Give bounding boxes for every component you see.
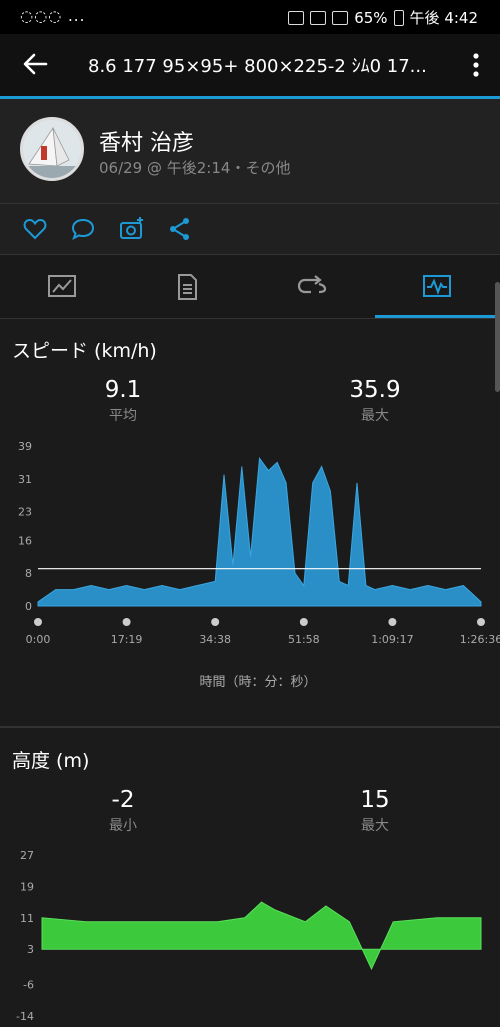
elevation-title: 高度 (m) (12, 750, 90, 772)
elevation-area-series (41, 901, 482, 971)
speed-title: スピード (km/h) (12, 340, 157, 362)
speed-x-tick: 1:09:17 (371, 633, 413, 646)
speed-y-tick: 8 (25, 567, 32, 580)
charts-icon (423, 275, 451, 297)
activity-title: 8.6 177 95×95+ 800×225-2 ｼﾑ0 17... (88, 56, 427, 77)
elevation-min-value: -2 (111, 787, 135, 813)
laps-icon (297, 275, 327, 294)
speed-chart: 39 31 23 16 8 0 0:00 17:19 34:38 51:58 1:09:17 1:2… (18, 440, 500, 690)
speed-max-stat: 35.9 最大 (315, 377, 435, 425)
comment-icon[interactable] (70, 216, 96, 242)
app-bar: 8.6 177 95×95+ 800×225-2 ｼﾑ0 17... (0, 34, 500, 99)
speed-max-label: 最大 (361, 408, 389, 424)
speed-x-tick: 0:00 (26, 633, 51, 646)
section-divider (0, 726, 500, 728)
speed-avg-stat: 9.1 平均 (63, 377, 183, 425)
speed-x-tick-dot (477, 618, 485, 626)
activity-date: 06/29 @ 午後2:14・その他 (99, 159, 291, 177)
status-right: 65% 午後 4:42 (288, 7, 478, 28)
speed-x-tick-dot (211, 618, 220, 626)
battery-level: 65% (354, 8, 388, 27)
battery-icon (393, 9, 404, 26)
speed-y-tick: 23 (18, 506, 32, 519)
clock: 午後 4:42 (409, 9, 478, 27)
activity-header: 香村 治彦 06/29 @ 午後2:14・その他 (0, 99, 500, 204)
elevation-chart: 27 19 11 3 -6 -14 (16, 849, 482, 1023)
elevation-y-tick: -14 (16, 1010, 34, 1023)
avatar[interactable] (20, 117, 84, 181)
speed-x-tick-dot (388, 618, 397, 626)
more-options-icon[interactable] (470, 50, 482, 80)
tab-laps[interactable] (250, 255, 375, 318)
elevation-y-tick: -6 (23, 979, 34, 992)
speed-x-tick-dot (122, 618, 131, 626)
notification-icons: ◌◌◌ ... (20, 7, 86, 25)
speed-area-series (37, 456, 482, 607)
back-arrow-icon[interactable] (20, 49, 50, 79)
speed-x-tick: 1:26:36 (460, 633, 500, 646)
elevation-y-tick: 19 (20, 880, 34, 893)
speed-x-tick-dot (34, 618, 42, 626)
elevation-min-label: 最小 (109, 818, 137, 834)
elevation-max-label: 最大 (361, 818, 389, 834)
speed-x-tick-dot (299, 618, 308, 626)
user-name: 香村 治彦 (99, 131, 194, 156)
speed-y-tick: 16 (18, 534, 32, 547)
speed-x-tick: 17:19 (111, 633, 143, 646)
speed-x-tick: 34:38 (199, 633, 231, 646)
speed-y-tick: 31 (18, 473, 32, 486)
wifi-icon (332, 10, 349, 25)
status-bar: ◌◌◌ ... 65% 午後 4:42 (0, 0, 500, 34)
tab-charts[interactable] (375, 255, 500, 318)
speed-x-tick: 51:58 (288, 633, 320, 646)
elevation-y-tick: 3 (27, 943, 34, 956)
details-icon (178, 274, 197, 300)
elevation-y-tick: 27 (20, 849, 34, 862)
speed-y-tick: 0 (25, 600, 32, 613)
tab-summary[interactable] (0, 255, 125, 318)
speed-max-value: 35.9 (349, 377, 401, 403)
elevation-max-stat: 15 最大 (315, 787, 435, 835)
speed-avg-label: 平均 (109, 408, 137, 424)
speed-x-axis-label: 時間（時：分：秒） (199, 675, 316, 690)
bluetooth-icon (288, 10, 305, 25)
action-row (0, 204, 500, 255)
tab-details[interactable] (125, 255, 250, 318)
alarm-icon (310, 10, 327, 25)
summary-icon (48, 275, 76, 297)
elevation-min-stat: -2 最小 (63, 787, 183, 835)
elevation-y-tick: 11 (20, 912, 34, 925)
add-photo-icon[interactable] (119, 216, 145, 242)
speed-y-tick: 39 (18, 440, 32, 453)
share-icon[interactable] (167, 216, 193, 242)
elevation-max-value: 15 (360, 787, 390, 813)
detail-tabs (0, 255, 500, 319)
speed-avg-value: 9.1 (104, 377, 142, 403)
scrollbar[interactable] (495, 282, 500, 392)
like-icon[interactable] (22, 216, 48, 242)
